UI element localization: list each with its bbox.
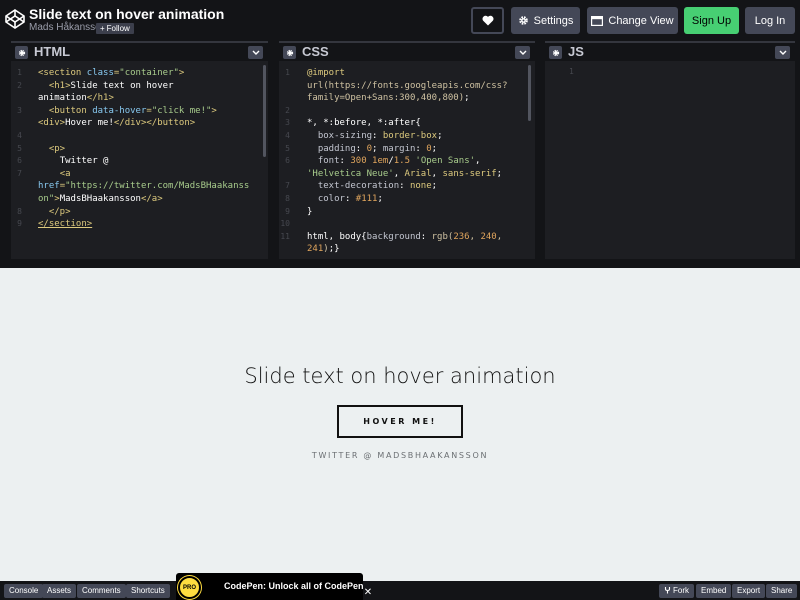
html-scrollbar[interactable]: [263, 65, 266, 157]
result-preview: Slide text on hover animation HOVER ME! …: [0, 268, 800, 581]
fork-label: Fork: [673, 586, 689, 595]
gear-icon[interactable]: [549, 46, 562, 59]
gear-icon: [518, 15, 529, 26]
console-button[interactable]: Console: [4, 584, 44, 598]
layout-icon: [591, 15, 604, 26]
export-button[interactable]: Export: [732, 584, 766, 598]
gear-icon[interactable]: [283, 46, 296, 59]
js-line-number: 1: [569, 67, 574, 76]
promo-text: CodePen: Unlock all of CodePen: [224, 581, 364, 591]
fork-icon: [664, 587, 671, 594]
top-bar: Slide text on hover animation Mads Håkan…: [0, 0, 800, 40]
settings-label: Settings: [533, 14, 574, 27]
embed-button[interactable]: Embed: [696, 584, 732, 598]
pen-title: Slide text on hover animation: [29, 6, 225, 22]
author-name[interactable]: Mads Håkansson: [29, 22, 106, 33]
html-editor-title: HTML: [34, 44, 71, 59]
hover-me-button[interactable]: HOVER ME!: [337, 405, 463, 438]
codepen-logo-icon[interactable]: [5, 9, 25, 29]
follow-label: Follow: [106, 24, 130, 33]
change-view-label: Change View: [608, 14, 674, 27]
comments-button[interactable]: Comments: [77, 584, 126, 598]
login-button[interactable]: Log In: [745, 7, 795, 34]
assets-button[interactable]: Assets: [42, 584, 77, 598]
html-editor-header: HTML: [11, 41, 268, 61]
signup-button[interactable]: Sign Up: [684, 7, 739, 34]
heart-button[interactable]: [471, 7, 504, 34]
pro-badge: PRO: [178, 576, 201, 599]
twitter-link[interactable]: TWITTER @ MADSBHAAKANSSON: [0, 451, 800, 460]
chevron-down-icon[interactable]: [775, 46, 790, 59]
pro-promo-banner[interactable]: PRO CodePen: Unlock all of CodePen: [176, 573, 364, 600]
settings-button[interactable]: Settings: [511, 7, 580, 34]
heart-icon: [482, 15, 493, 26]
change-view-button[interactable]: Change View: [587, 7, 678, 34]
close-icon[interactable]: ✕: [361, 586, 375, 600]
css-scrollbar[interactable]: [528, 65, 531, 121]
js-editor-header: JS: [545, 41, 795, 61]
css-editor-title: CSS: [302, 44, 329, 59]
share-button[interactable]: Share: [766, 584, 798, 598]
chevron-down-icon[interactable]: [248, 46, 263, 59]
css-editor-header: CSS: [279, 41, 535, 61]
js-editor[interactable]: JS 1: [545, 41, 795, 259]
js-editor-title: JS: [568, 44, 584, 59]
preview-heading: Slide text on hover animation: [244, 364, 556, 388]
css-editor[interactable]: CSS 1 @import url(https://fonts.googleapi…: [279, 41, 535, 259]
fork-button[interactable]: Fork: [659, 584, 694, 598]
chevron-down-icon[interactable]: [515, 46, 530, 59]
html-editor[interactable]: HTML 1 <section class="container"> 2 <h1>…: [11, 41, 268, 259]
follow-button[interactable]: + Follow: [96, 23, 134, 34]
bottom-bar: Console Assets Comments Shortcuts Fork E…: [0, 581, 800, 600]
gear-icon[interactable]: [15, 46, 28, 59]
shortcuts-button[interactable]: Shortcuts: [126, 584, 170, 598]
